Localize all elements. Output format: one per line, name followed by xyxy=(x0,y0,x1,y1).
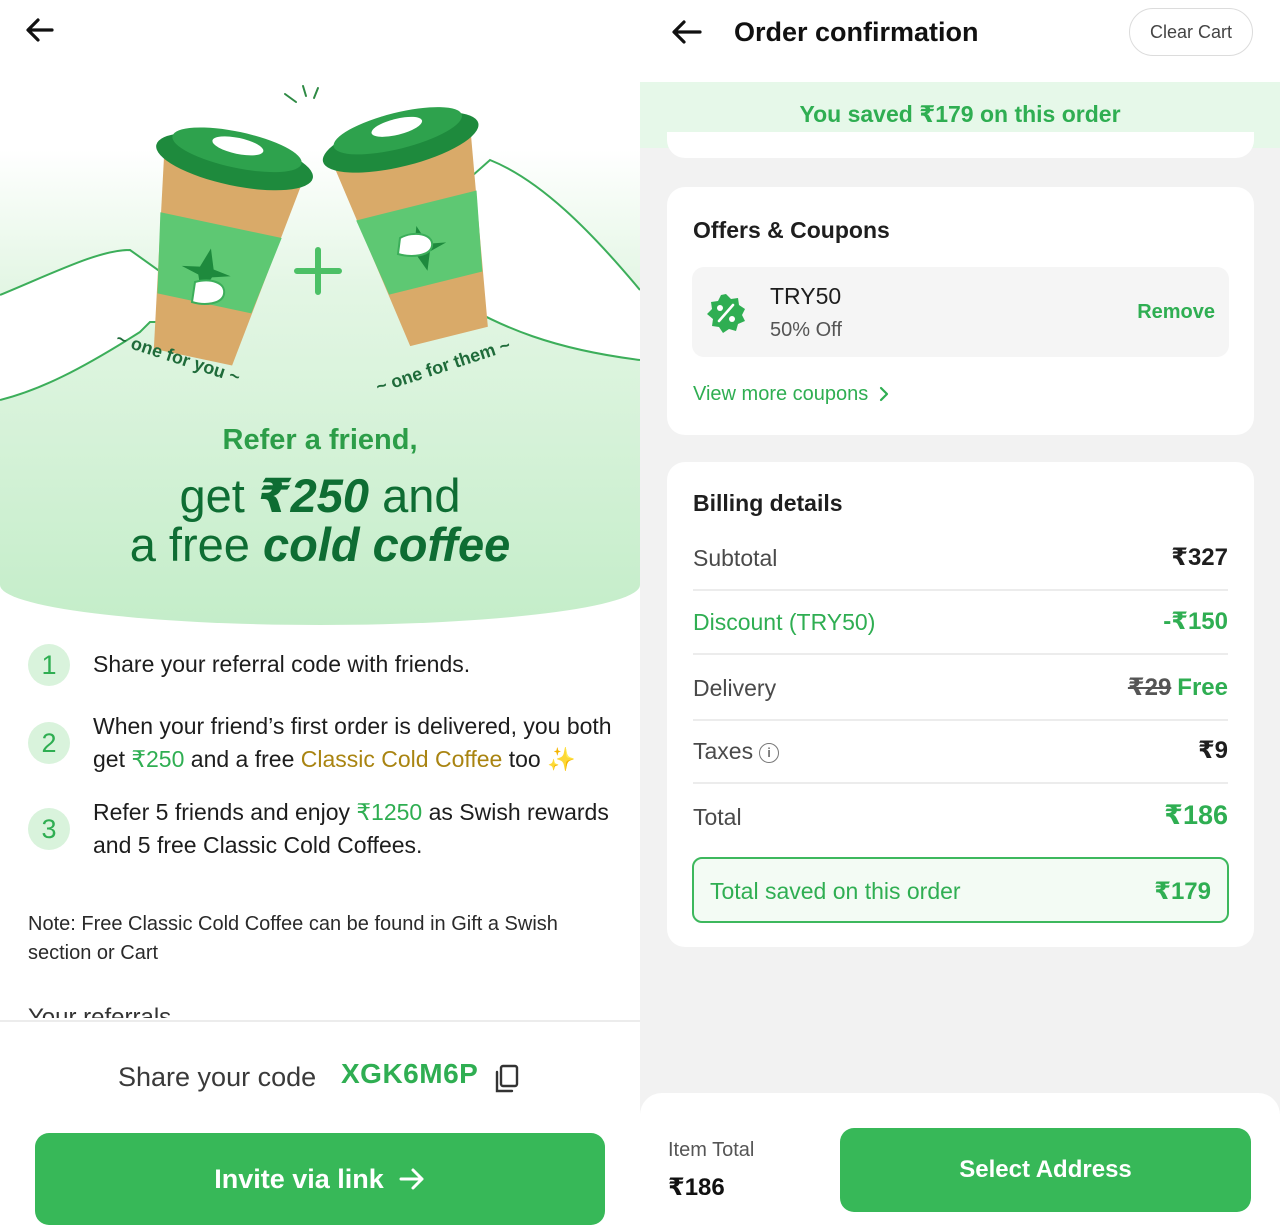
coupon-code: TRY50 xyxy=(770,283,842,309)
share-code-label: Share your code xyxy=(118,1062,317,1092)
reward-headline-line2: a free cold coffee xyxy=(129,518,511,571)
referral-screen: ~ one for you ~ ~ one for them ~ Refer a… xyxy=(0,0,640,1229)
referral-code[interactable]: XGK6M6P xyxy=(341,1058,478,1090)
referral-step: 2 When your friend’s first order is deli… xyxy=(28,710,618,776)
top-app-bar: Order confirmation Clear Cart xyxy=(640,0,1280,82)
step-number-badge: 3 xyxy=(28,808,70,850)
offers-coupons-card: Offers & Coupons TRY50 50% Off Remove Vi… xyxy=(667,187,1254,435)
share-code-section: Share your code XGK6M6P Invite via link xyxy=(0,1020,640,1229)
arrow-right-icon xyxy=(399,1168,424,1190)
copy-icon[interactable] xyxy=(492,1064,520,1094)
sparkle-icon: ✨ xyxy=(547,746,576,772)
referral-note: Note: Free Classic Cold Coffee can be fo… xyxy=(28,913,558,964)
select-address-button[interactable]: Select Address xyxy=(840,1128,1251,1212)
order-confirmation-screen: Order confirmation Clear Cart You saved … xyxy=(640,0,1280,1229)
product-name: Classic Cold Coffee xyxy=(300,746,503,772)
billing-details-card: Billing details Subtotal ₹327 Discount (… xyxy=(667,462,1254,947)
percent-badge-icon xyxy=(707,294,745,333)
item-total-value: ₹186 xyxy=(668,1174,725,1201)
clear-cart-button[interactable]: Clear Cart xyxy=(1129,8,1253,56)
back-arrow-icon[interactable] xyxy=(666,14,706,50)
view-more-coupons-link[interactable]: View more coupons xyxy=(693,383,890,406)
step-number-badge: 2 xyxy=(28,722,70,764)
referral-step: 1 Share your referral code with friends. xyxy=(28,640,618,690)
referral-steps-list: 1 Share your referral code with friends.… xyxy=(28,640,618,882)
total-saved-box: Total saved on this order ₹179 xyxy=(692,857,1229,923)
applied-coupon: TRY50 50% Off Remove xyxy=(692,267,1229,357)
subtotal-row: Subtotal ₹327 xyxy=(693,527,1228,591)
item-total-label: Item Total xyxy=(668,1139,755,1161)
delivery-row: Delivery ₹29 Free xyxy=(693,657,1228,721)
your-referrals-heading: Your referrals xyxy=(28,1004,172,1018)
invite-via-link-button[interactable]: Invite via link xyxy=(35,1133,605,1225)
previous-card-edge xyxy=(667,132,1254,158)
reward-amount: ₹250 xyxy=(131,746,185,772)
refer-friend-heading: Refer a friend, xyxy=(222,424,418,456)
referral-step: 3 Refer 5 friends and enjoy ₹1250 as Swi… xyxy=(28,796,618,862)
remove-coupon-button[interactable]: Remove xyxy=(1137,301,1215,324)
step-number-badge: 1 xyxy=(28,644,70,686)
info-icon[interactable]: i xyxy=(759,742,780,763)
discount-row: Discount (TRY50) -₹150 xyxy=(693,591,1228,655)
chevron-right-icon xyxy=(879,386,888,402)
one-for-them-caption: ~ one for them ~ xyxy=(373,335,512,397)
coupon-description: 50% Off xyxy=(770,319,842,341)
reward-amount: ₹1250 xyxy=(356,799,423,825)
reward-headline-line1: get ₹250 and xyxy=(179,469,461,522)
original-delivery-fee: ₹29 xyxy=(1127,674,1172,701)
total-row: Total ₹186 xyxy=(693,800,1228,830)
taxes-row: Taxes i ₹9 xyxy=(693,720,1228,784)
checkout-bottom-bar: Item Total ₹186 Select Address xyxy=(640,1093,1280,1229)
billing-title: Billing details xyxy=(693,490,843,516)
savings-amount: ₹179 xyxy=(919,101,974,127)
coffee-cups-illustration: ~ one for you ~ ~ one for them ~ xyxy=(0,85,640,401)
back-arrow-icon[interactable] xyxy=(22,12,58,48)
offers-title: Offers & Coupons xyxy=(693,217,890,243)
delivery-free-label: Free xyxy=(1177,674,1228,701)
page-title: Order confirmation xyxy=(734,17,979,47)
